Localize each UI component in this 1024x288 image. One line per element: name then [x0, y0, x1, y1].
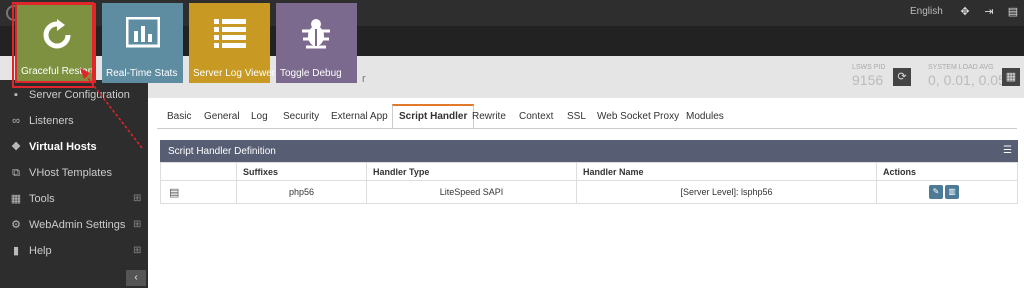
column-header	[160, 162, 237, 181]
table-row: ▤ php56 LiteSpeed SAPI [Server Level]: l…	[160, 180, 1018, 204]
script-handler-panel: Script Handler Definition ☰ Suffixes Han…	[160, 140, 1018, 206]
column-header-handler-name: Handler Name	[576, 162, 877, 181]
table-header-row: Suffixes Handler Type Handler Name Actio…	[160, 162, 1018, 181]
add-list-icon[interactable]: ☰	[1003, 145, 1012, 156]
tab-external-app[interactable]: External App	[331, 106, 388, 128]
tab-context[interactable]: Context	[519, 106, 553, 128]
panel-title: Script Handler Definition	[168, 146, 276, 157]
column-header-suffixes: Suffixes	[236, 162, 367, 181]
tab-security[interactable]: Security	[283, 106, 319, 128]
column-header-handler-type: Handler Type	[366, 162, 577, 181]
tab-log[interactable]: Log	[251, 106, 268, 128]
tab-script-handler[interactable]: Script Handler	[392, 104, 475, 128]
cell-actions: ✎ ▥	[876, 180, 1018, 204]
tab-web-socket-proxy[interactable]: Web Socket Proxy	[597, 106, 679, 128]
tab-basic[interactable]: Basic	[167, 106, 191, 128]
script-handler-table: Suffixes Handler Type Handler Name Actio…	[160, 162, 1018, 204]
column-header-actions: Actions	[876, 162, 1018, 181]
cell-handler-name: [Server Level]: lsphp56	[576, 180, 877, 204]
cell-handler-type: LiteSpeed SAPI	[366, 180, 577, 204]
panel-header: Script Handler Definition ☰	[160, 140, 1018, 162]
edit-icon[interactable]: ✎	[929, 185, 943, 199]
tab-general[interactable]: General	[204, 106, 240, 128]
tab-divider	[157, 128, 1017, 129]
tab-rewrite[interactable]: Rewrite	[472, 106, 506, 128]
delete-icon[interactable]: ▥	[945, 185, 959, 199]
cell-suffixes: php56	[236, 180, 367, 204]
tab-ssl[interactable]: SSL	[567, 106, 586, 128]
main-content: Basic General Log Security External App …	[148, 98, 1024, 288]
row-doc-icon: ▤	[160, 180, 237, 204]
tab-modules[interactable]: Modules	[686, 106, 724, 128]
